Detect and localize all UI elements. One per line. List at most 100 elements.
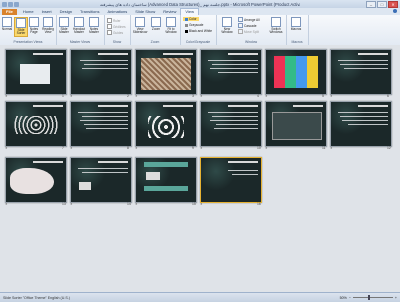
move-split-icon <box>238 29 243 34</box>
star-icon: ✶ <box>70 94 73 98</box>
group-window: New Window Arrange All Cascade Move Spli… <box>216 15 287 45</box>
group-zoom: View Slideshow Zoom Fit to Window Zoom <box>130 15 181 45</box>
handout-master-button[interactable]: Handout Master <box>73 17 85 35</box>
color-icon <box>185 17 188 21</box>
slideshow-icon <box>135 17 145 27</box>
new-window-icon <box>222 17 232 27</box>
window-title: ساختمان داده های پیشرفته (Advanced Data … <box>100 1 300 7</box>
slide-sorter-pane: 1 ✶ 2 ✶ 3 ✶ 4 ✶ 5 ✶ 6 ✶ 7 ✶ 8 ✶ 9 ✶ 10 ✶… <box>0 45 400 292</box>
slide-master-button[interactable]: Slide Master <box>58 17 70 35</box>
star-icon: ✶ <box>200 202 203 206</box>
checkbox-icon <box>107 18 112 23</box>
group-macros: Macros Macros <box>286 15 309 45</box>
quick-access-toolbar <box>2 1 19 7</box>
slide-thumbnail[interactable] <box>70 49 132 95</box>
checkbox-icon <box>107 30 112 35</box>
zoom-out-icon[interactable]: − <box>349 296 351 300</box>
slide-thumbnail[interactable] <box>5 157 67 203</box>
cascade-button[interactable]: Cascade <box>238 23 257 28</box>
black-white-button[interactable]: Black and White <box>185 29 212 33</box>
color-button[interactable]: Color <box>183 17 199 21</box>
notes-page-button[interactable]: Notes Page <box>28 17 40 35</box>
grayscale-button[interactable]: Grayscale <box>185 23 203 27</box>
star-icon: ✶ <box>5 94 8 98</box>
slide-thumbnail[interactable] <box>200 101 262 147</box>
ruler-checkbox[interactable]: Ruler <box>107 18 121 23</box>
fit-to-window-button[interactable]: Fit to Window <box>164 17 178 35</box>
star-icon: ✶ <box>135 146 138 150</box>
save-icon[interactable] <box>2 1 7 7</box>
slide-thumbnail[interactable] <box>330 49 392 95</box>
status-text: Slide Sorter "Office Theme" English (U.S… <box>3 295 70 300</box>
star-icon: ✶ <box>70 202 73 206</box>
help-icon[interactable] <box>393 9 397 13</box>
move-split-button[interactable]: Move Split <box>238 29 259 34</box>
zoom-button[interactable]: Zoom <box>150 17 162 35</box>
normal-button[interactable]: Normal <box>1 17 13 35</box>
slide-thumbnail[interactable] <box>135 49 197 95</box>
arrange-icon <box>238 17 243 22</box>
undo-icon[interactable] <box>8 1 13 7</box>
zoom-slider[interactable] <box>352 295 393 300</box>
group-label: Presentation Views <box>13 40 43 44</box>
ribbon-tabs: File Home Insert Design Transitions Anim… <box>0 8 400 15</box>
slide-thumbnail[interactable] <box>265 101 327 147</box>
slide-number: 12 <box>387 146 391 150</box>
switch-windows-button[interactable]: Switch Windows <box>268 17 284 35</box>
maximize-button[interactable]: □ <box>377 1 387 8</box>
slide-number: 9 <box>192 146 194 150</box>
grayscale-icon <box>185 23 188 27</box>
group-label: Macros <box>291 40 303 44</box>
slide-number: 11 <box>322 146 326 150</box>
macros-button[interactable]: Macros <box>290 17 302 35</box>
slide-thumbnail[interactable] <box>200 49 262 95</box>
star-icon: ✶ <box>200 94 203 98</box>
slide-thumbnail[interactable] <box>135 101 197 147</box>
reading-view-button[interactable]: Reading View <box>42 17 54 35</box>
view-slideshow-button[interactable]: View Slideshow <box>132 17 148 35</box>
group-label: Master Views <box>69 40 91 44</box>
notes-master-button[interactable]: Notes Master <box>88 17 100 35</box>
gridlines-checkbox[interactable]: Gridlines <box>107 24 126 29</box>
slide-number: 3 <box>192 94 194 98</box>
switch-windows-icon <box>271 17 281 27</box>
redo-icon[interactable] <box>14 1 19 7</box>
star-icon: ✶ <box>135 202 138 206</box>
slide-number: 13 <box>62 202 66 206</box>
star-icon: ✶ <box>330 94 333 98</box>
close-button[interactable]: ✕ <box>388 1 398 8</box>
slide-number: 5 <box>322 94 324 98</box>
slide-number: 1 <box>62 94 64 98</box>
zoom-level[interactable]: 50% <box>340 296 347 300</box>
guides-checkbox[interactable]: Guides <box>107 30 123 35</box>
zoom-in-icon[interactable]: + <box>395 296 397 300</box>
group-label: Zoom <box>150 40 160 44</box>
group-label: Window <box>244 40 258 44</box>
group-label: Color/Grayscale <box>185 40 211 44</box>
tab-view[interactable]: View <box>180 8 199 15</box>
minimize-button[interactable]: – <box>366 1 376 8</box>
normal-view-icon <box>2 17 12 27</box>
slide-thumbnail[interactable] <box>5 101 67 147</box>
star-icon: ✶ <box>265 94 268 98</box>
star-icon: ✶ <box>200 146 203 150</box>
zoom-icon <box>151 17 161 27</box>
group-presentation-views: Normal Slide Sorter Notes Page Reading V… <box>0 15 57 45</box>
slide-thumbnail[interactable] <box>70 157 132 203</box>
group-color-grayscale: Color Grayscale Black and White Color/Gr… <box>180 15 217 45</box>
arrange-all-button[interactable]: Arrange All <box>238 17 260 22</box>
macros-icon <box>291 17 301 27</box>
title-bar: ساختمان داده های پیشرفته (Advanced Data … <box>0 0 400 8</box>
slide-thumbnail[interactable] <box>5 49 67 95</box>
new-window-button[interactable]: New Window <box>220 17 234 35</box>
slide-thumbnail[interactable] <box>135 157 197 203</box>
zoom-slider-thumb[interactable] <box>367 295 370 300</box>
slide-thumbnail[interactable] <box>330 101 392 147</box>
slide-thumbnail[interactable] <box>70 101 132 147</box>
slide-number: 4 <box>257 94 259 98</box>
notes-page-icon <box>29 17 39 27</box>
star-icon: ✶ <box>135 94 138 98</box>
slide-thumbnail[interactable] <box>265 49 327 95</box>
slide-thumbnail-selected[interactable] <box>200 157 262 203</box>
slide-sorter-button[interactable]: Slide Sorter <box>14 17 28 37</box>
